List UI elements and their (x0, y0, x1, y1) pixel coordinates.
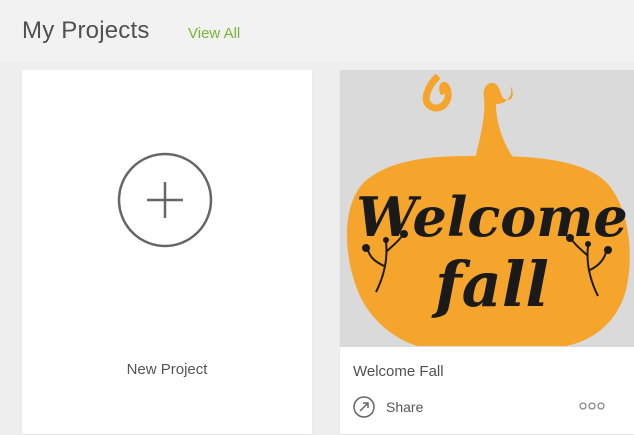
thumbnail-line-2: fall (431, 248, 549, 321)
new-project-card[interactable]: New Project (22, 70, 312, 434)
view-all-link[interactable]: View All (188, 25, 240, 42)
pumpkin-image: Welcome fall (346, 73, 630, 346)
project-title: Welcome Fall (353, 363, 444, 380)
more-options-icon[interactable] (578, 398, 606, 414)
project-card[interactable]: Welcome fall Welcome Fall Share (340, 70, 634, 434)
projects-header: My Projects View All (0, 0, 634, 62)
thumbnail-line-1: Welcome (356, 185, 628, 249)
project-thumbnail[interactable]: Welcome fall (340, 70, 634, 347)
share-label: Share (386, 399, 424, 415)
plus-circle-icon (117, 152, 213, 248)
share-button[interactable]: Share (353, 396, 423, 418)
section-title: My Projects (22, 17, 150, 44)
new-project-label: New Project (126, 361, 208, 378)
share-icon (353, 396, 375, 418)
